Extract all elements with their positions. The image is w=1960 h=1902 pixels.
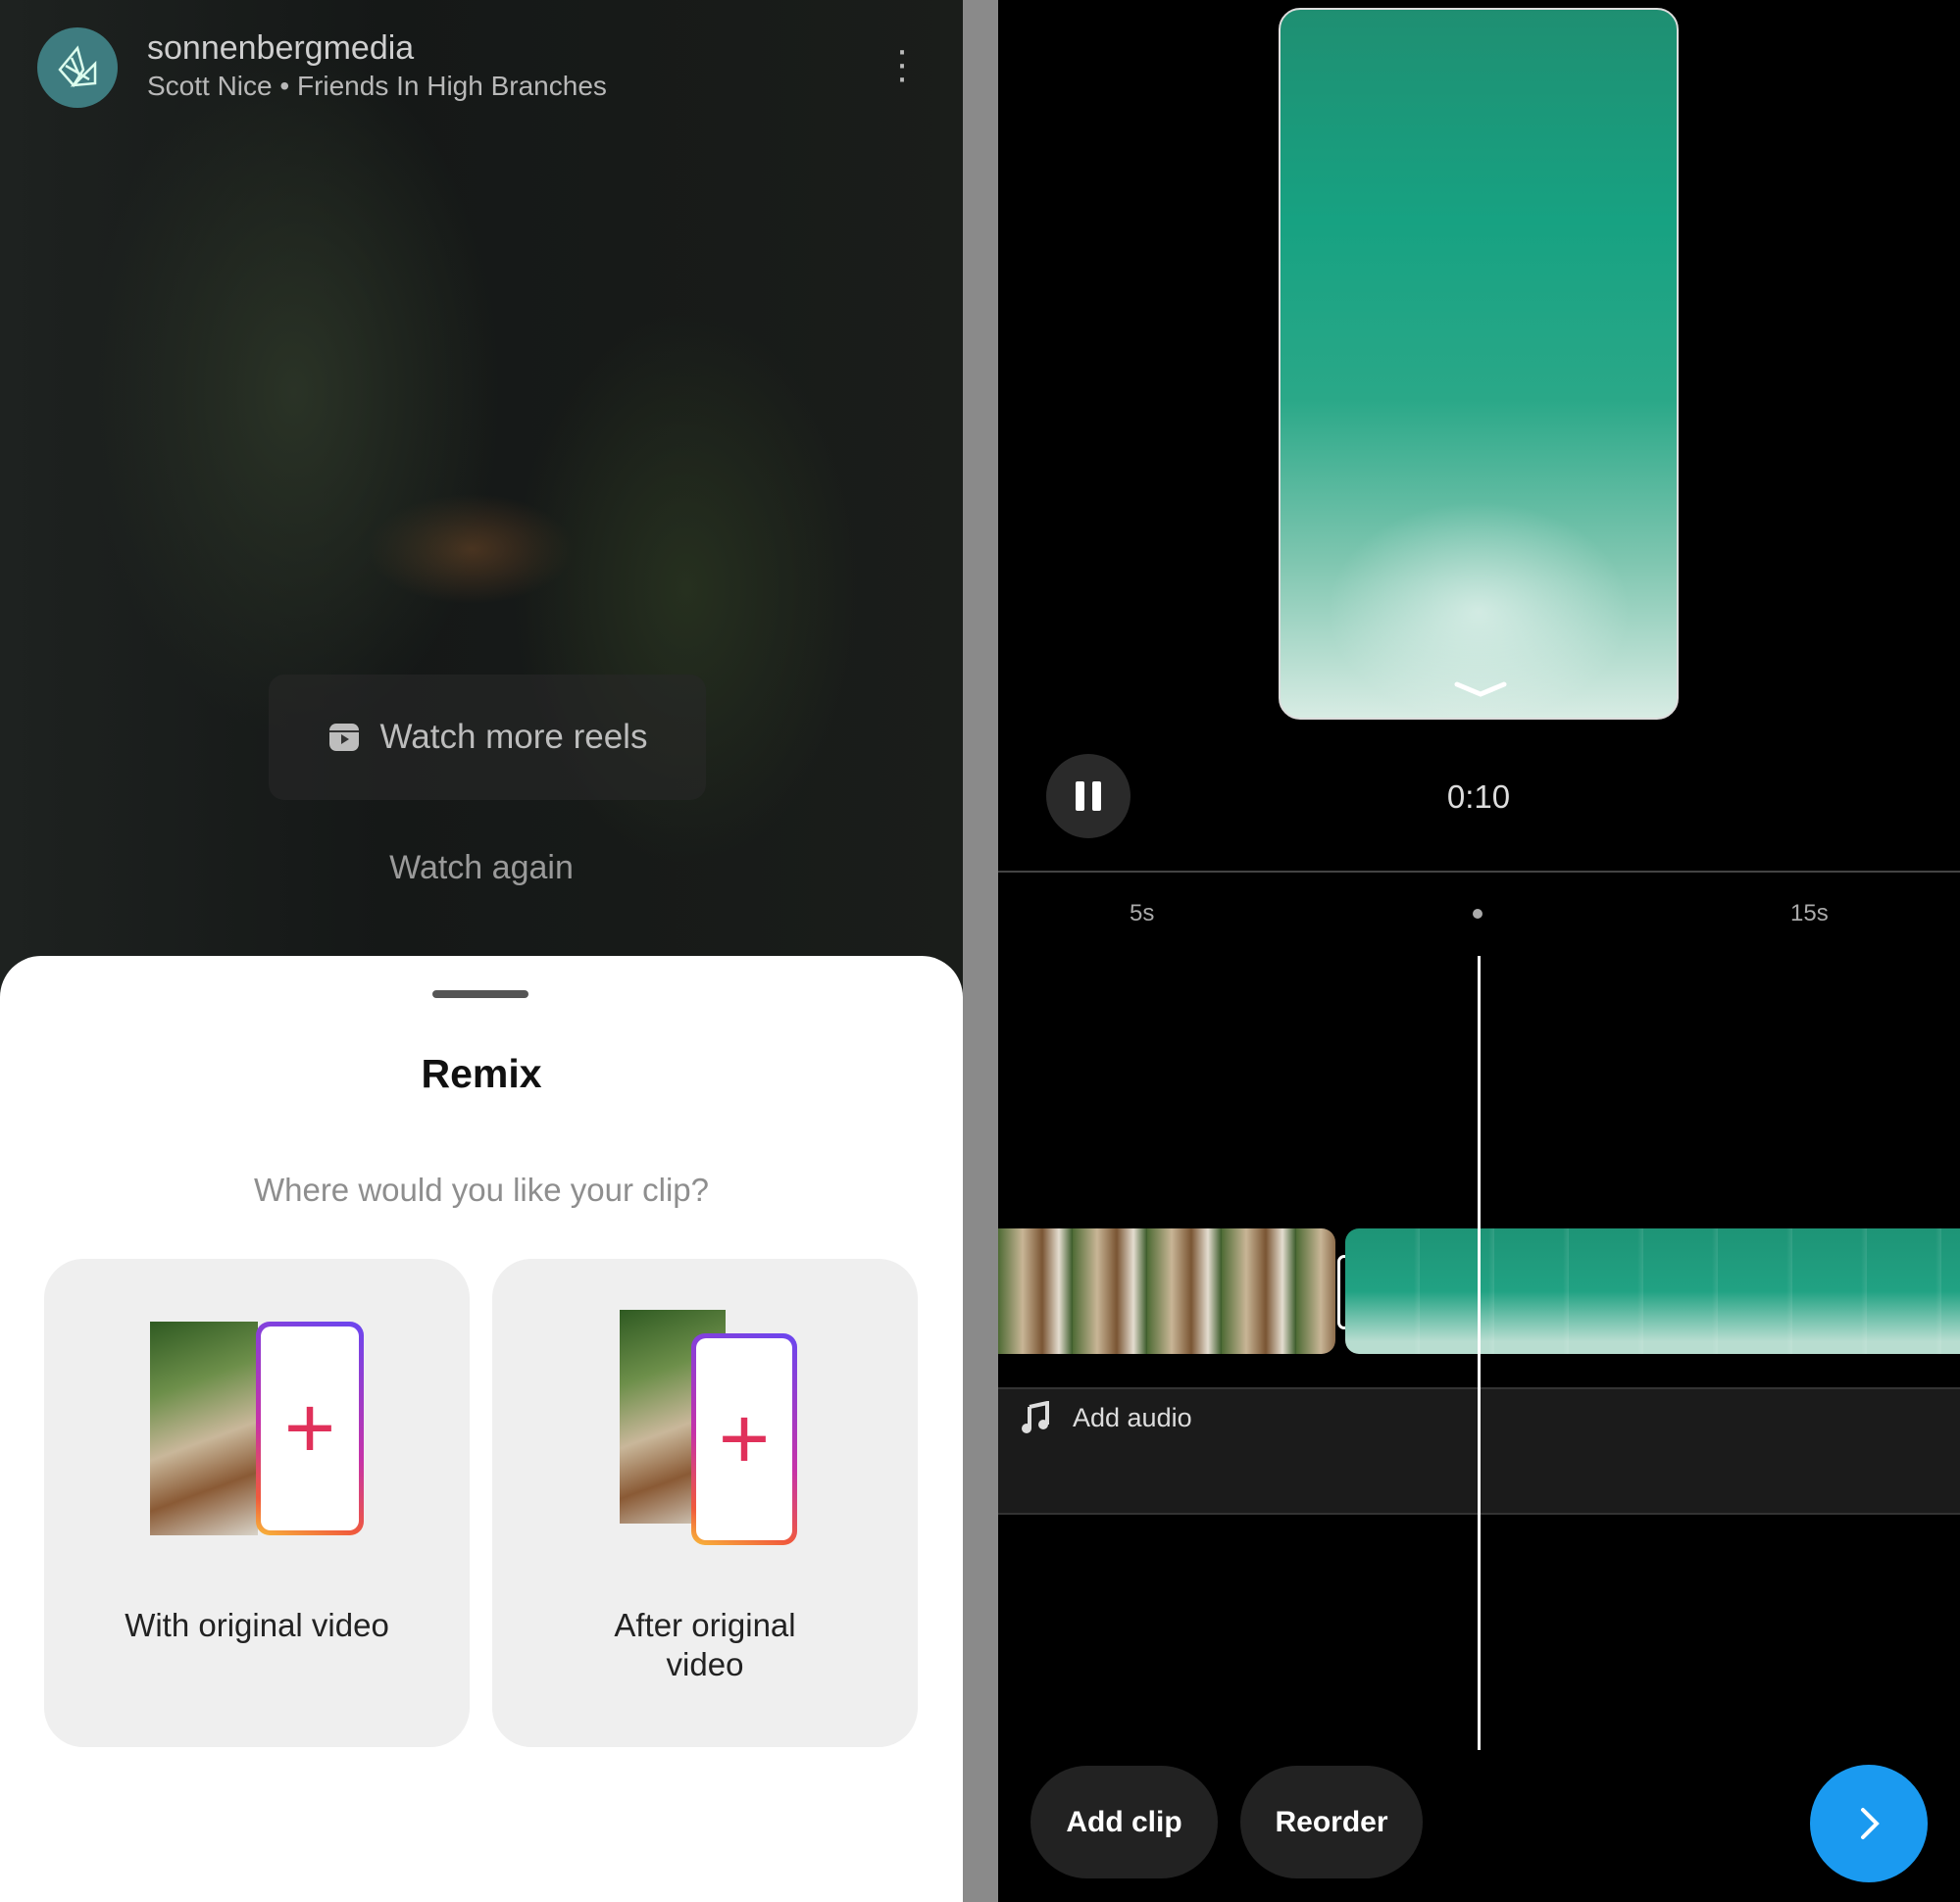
add-clip-button[interactable]: Add clip — [1030, 1766, 1218, 1878]
tick-5s: 5s — [1130, 900, 1155, 926]
music-note-icon — [1022, 1401, 1049, 1433]
username[interactable]: sonnenbergmedia — [147, 29, 414, 68]
plus-icon: + — [696, 1338, 792, 1540]
chevron-down-icon[interactable] — [1453, 680, 1508, 700]
pause-icon — [1076, 781, 1084, 811]
playhead[interactable] — [1478, 956, 1481, 1750]
tick-15s: 15s — [1790, 900, 1829, 926]
new-clip-track[interactable] — [1345, 1228, 1960, 1354]
remix-sheet: Remix Where would you like your clip? + … — [0, 956, 963, 1902]
watch-again-button[interactable]: Watch again — [0, 849, 963, 887]
original-video-thumbnail — [150, 1322, 258, 1535]
timeline-divider — [998, 871, 1960, 873]
clip-frame: + — [691, 1333, 797, 1545]
panel-divider — [963, 0, 998, 1902]
plus-icon: + — [261, 1326, 359, 1530]
add-audio-label: Add audio — [1073, 1403, 1192, 1432]
playback-time: 0:10 — [1446, 778, 1511, 815]
leaf-logo-icon — [58, 45, 97, 88]
pause-button[interactable] — [1046, 754, 1131, 838]
audio-attribution[interactable]: Scott Nice • Friends In High Branches — [147, 71, 607, 102]
option-label: After original video — [614, 1607, 796, 1682]
clip-editor: 0:10 5s 15s Add audio Add clip Reorder — [998, 0, 1960, 1902]
reorder-button[interactable]: Reorder — [1240, 1766, 1423, 1878]
after-original-video-option[interactable]: + After original video — [492, 1259, 918, 1747]
next-button[interactable] — [1810, 1765, 1928, 1882]
reels-icon — [328, 724, 359, 751]
watch-more-reels-label: Watch more reels — [379, 718, 648, 756]
watch-more-reels-button[interactable]: Watch more reels — [269, 675, 706, 800]
tick-dot — [1473, 909, 1483, 919]
avatar[interactable] — [37, 27, 118, 108]
sheet-question: Where would you like your clip? — [253, 1172, 710, 1208]
option-label: With original video — [125, 1607, 389, 1643]
with-original-video-option[interactable]: + With original video — [44, 1259, 470, 1747]
more-options-icon[interactable]: · · · — [887, 30, 917, 97]
video-preview[interactable] — [1279, 8, 1679, 720]
original-clip-track[interactable] — [998, 1228, 1335, 1354]
reel-viewer: sonnenbergmedia Scott Nice • Friends In … — [0, 0, 963, 1902]
sheet-drag-handle[interactable] — [432, 990, 528, 998]
clip-frame: + — [256, 1322, 364, 1535]
sheet-title: Remix — [421, 1051, 542, 1096]
chevron-right-icon — [1861, 1808, 1880, 1839]
